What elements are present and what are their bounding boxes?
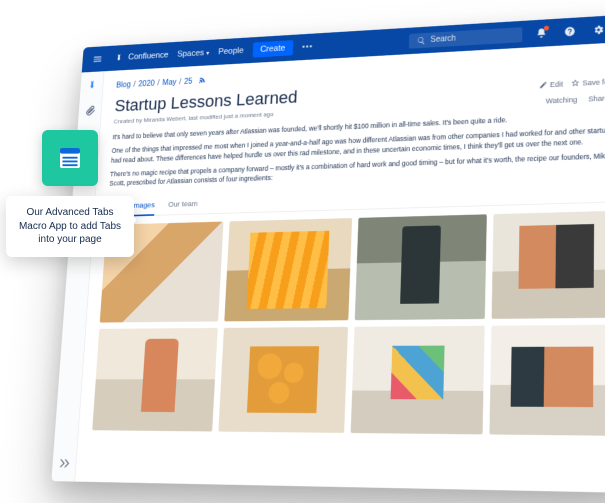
feed-icon[interactable] <box>198 76 206 86</box>
image-thumbnail[interactable] <box>492 210 605 319</box>
nav-people-label: People <box>218 46 244 57</box>
search-input[interactable]: Search <box>409 27 523 49</box>
nav-spaces-label: Spaces <box>177 48 204 59</box>
image-thumbnail[interactable] <box>351 326 485 434</box>
save-for-later-label: Save for later <box>582 77 605 87</box>
macro-tabs: Startup images Our team <box>107 181 605 217</box>
nav-people[interactable]: People <box>218 46 244 57</box>
expand-icon[interactable] <box>58 457 71 470</box>
breadcrumb-year[interactable]: 2020 <box>138 80 155 89</box>
image-thumbnail[interactable] <box>355 214 487 320</box>
image-thumbnail[interactable] <box>224 218 352 322</box>
settings-icon[interactable] <box>589 20 605 39</box>
image-grid <box>92 210 605 436</box>
breadcrumb-blog[interactable]: Blog <box>116 81 131 90</box>
notifications-icon[interactable] <box>532 24 551 43</box>
more-icon[interactable]: ••• <box>302 42 314 52</box>
breadcrumb-day[interactable]: 25 <box>184 78 193 87</box>
page-content: Blog / 2020 / May / 25 Startup Lessons L… <box>75 41 605 493</box>
edit-button[interactable]: Edit <box>539 80 563 89</box>
watching-button[interactable]: Watching <box>543 95 577 105</box>
image-thumbnail[interactable] <box>92 328 218 431</box>
confluence-logo-icon[interactable] <box>86 79 98 91</box>
confluence-window: Confluence Spaces ▾ People Create ••• Se… <box>51 14 605 494</box>
brand[interactable]: Confluence <box>114 50 169 64</box>
nav-spaces[interactable]: Spaces ▾ <box>177 48 210 59</box>
promo-callout: Our Advanced Tabs Macro App to add Tabs … <box>6 130 134 257</box>
search-placeholder: Search <box>430 34 456 44</box>
brand-label: Confluence <box>128 51 169 62</box>
save-for-later-button[interactable]: Save for later <box>571 77 605 88</box>
edit-label: Edit <box>550 80 563 89</box>
image-thumbnail[interactable] <box>489 325 605 436</box>
tab-our-team[interactable]: Our team <box>168 195 199 215</box>
share-button[interactable]: Share <box>586 94 605 103</box>
image-thumbnail[interactable] <box>218 327 348 433</box>
help-icon[interactable] <box>560 22 579 41</box>
attachments-icon[interactable] <box>84 104 96 116</box>
chevron-down-icon: ▾ <box>206 49 209 56</box>
breadcrumb-month[interactable]: May <box>162 78 176 87</box>
promo-callout-text: Our Advanced Tabs Macro App to add Tabs … <box>6 196 134 257</box>
tabs-macro-icon <box>42 130 98 186</box>
menu-icon[interactable] <box>89 51 106 68</box>
watching-label: Watching <box>546 95 578 105</box>
page-title-actions: Edit Save for later <box>539 77 605 90</box>
share-label: Share <box>588 94 605 103</box>
notification-badge <box>544 26 549 31</box>
create-button[interactable]: Create <box>252 40 293 58</box>
